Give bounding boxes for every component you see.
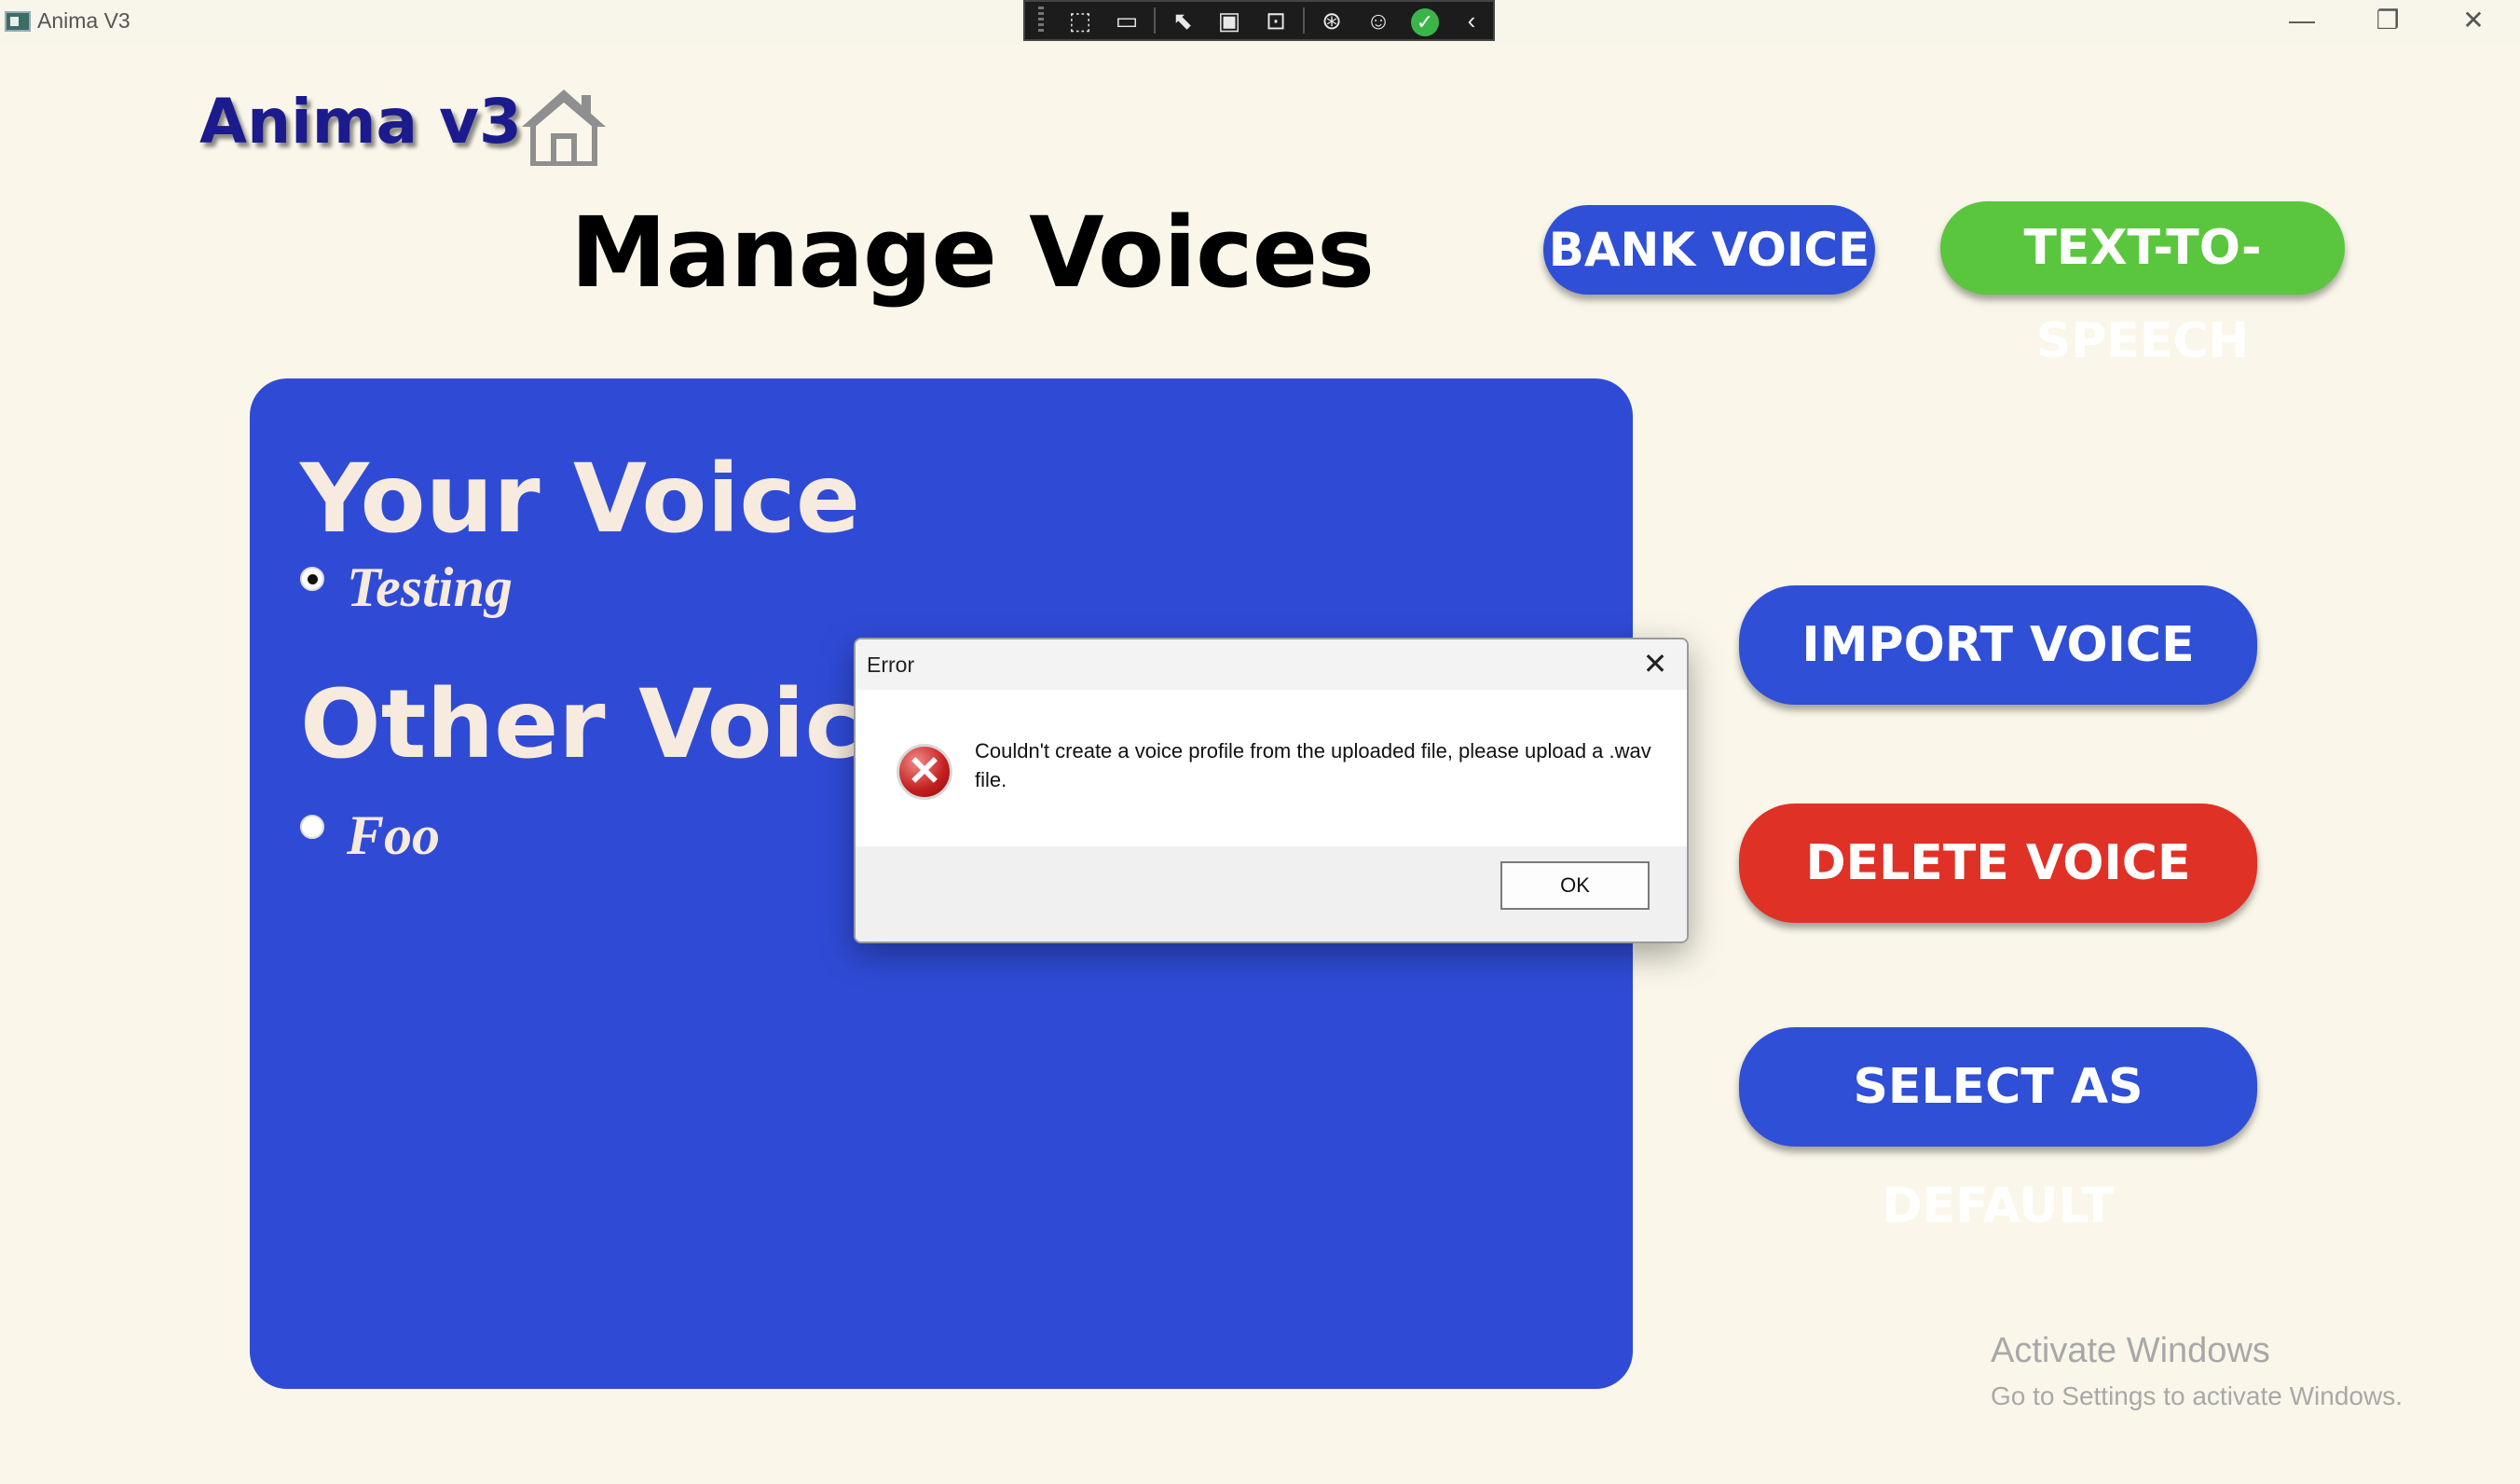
- collapse-icon[interactable]: ‹: [1452, 5, 1491, 36]
- voice-name-foo[interactable]: Foo: [347, 804, 440, 868]
- ok-button[interactable]: OK: [1500, 861, 1650, 910]
- camera-icon[interactable]: ▭: [1107, 5, 1146, 36]
- display-layout-icon[interactable]: ⊡: [1256, 5, 1295, 36]
- activation-watermark-subtitle: Go to Settings to activate Windows.: [1991, 1381, 2403, 1410]
- window-title: Anima V3: [37, 8, 130, 33]
- voice-radio-testing[interactable]: [300, 567, 324, 591]
- app-icon: [5, 11, 31, 32]
- your-voice-heading: Your Voice: [300, 444, 861, 555]
- select-element-icon[interactable]: ⬚: [1061, 5, 1100, 36]
- frame-icon[interactable]: ▣: [1210, 5, 1249, 36]
- import-voice-button[interactable]: IMPORT VOICE: [1739, 585, 2257, 705]
- debug-toolbar: ⬚ ▭ ⬉ ▣ ⊡ ⊛ ☺ ✓ ‹: [1023, 0, 1495, 41]
- delete-voice-button[interactable]: DELETE VOICE: [1739, 804, 2257, 923]
- voice-radio-foo[interactable]: [300, 815, 324, 839]
- error-dialog: Error ✕ ✕ Couldn't create a voice profil…: [854, 638, 1689, 943]
- minimize-button[interactable]: —: [2265, 2, 2339, 39]
- error-icon: ✕: [897, 744, 952, 800]
- dialog-close-button[interactable]: ✕: [1637, 645, 1674, 682]
- divider: [1154, 7, 1156, 34]
- pointer-icon[interactable]: ⬉: [1163, 5, 1202, 36]
- divider: [1303, 7, 1305, 34]
- dialog-title: Error: [867, 653, 915, 677]
- select-as-default-button[interactable]: SELECT AS DEFAULT: [1739, 1027, 2257, 1234]
- track-focus-icon[interactable]: ⊛: [1312, 5, 1351, 36]
- activation-watermark-title: Activate Windows: [1991, 1331, 2270, 1370]
- restore-button[interactable]: ❐: [2350, 2, 2425, 39]
- dialog-body: ✕ Couldn't create a voice profile from t…: [856, 690, 1687, 846]
- home-icon[interactable]: [518, 86, 609, 167]
- dialog-titlebar: Error ✕: [856, 639, 1687, 690]
- close-window-button[interactable]: ✕: [2436, 2, 2511, 39]
- grip-icon[interactable]: [1038, 7, 1044, 34]
- voice-name-testing[interactable]: Testing: [347, 556, 513, 620]
- dialog-message: Couldn't create a voice profile from the…: [975, 739, 1651, 791]
- accessibility-icon[interactable]: ☺: [1359, 5, 1398, 36]
- bank-voice-button[interactable]: BANK VOICE: [1543, 205, 1875, 295]
- check-icon[interactable]: ✓: [1405, 5, 1445, 36]
- text-to-speech-button[interactable]: TEXT-TO-SPEECH: [1940, 201, 2345, 369]
- dialog-footer: OK: [856, 846, 1687, 941]
- app-logo: Anima v3: [199, 86, 522, 158]
- page-title: Manage Voices: [570, 196, 1375, 309]
